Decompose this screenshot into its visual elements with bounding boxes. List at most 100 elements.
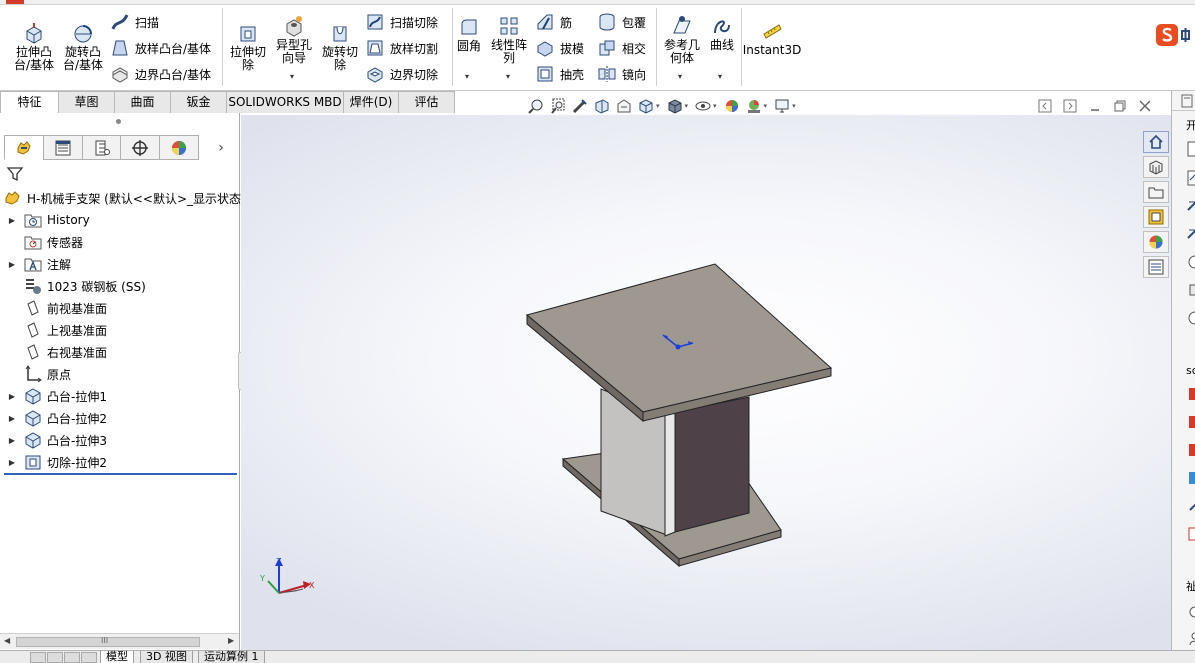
tree-root-part[interactable]: H-机械手支架 (默认<<默认>_显示状态: [0, 187, 241, 209]
user-icon[interactable]: [1186, 630, 1195, 646]
wrap-button[interactable]: 包覆: [597, 11, 646, 33]
lofted-cut-button[interactable]: 放样切割: [365, 37, 438, 59]
open-icon[interactable]: [1186, 170, 1195, 186]
tab-evaluate[interactable]: 评估: [398, 91, 455, 113]
revolve-cut-button[interactable]: 旋转切 除: [318, 22, 362, 72]
view-settings-icon[interactable]: [773, 97, 791, 115]
hole-wizard-button[interactable]: 异型孔 向导: [272, 15, 316, 65]
design-library-tab[interactable]: [1143, 156, 1169, 178]
view-settings-dropdown-icon[interactable]: ▾: [792, 102, 796, 110]
boundary-cut-button[interactable]: 边界切除: [365, 63, 438, 85]
tree-item-history[interactable]: ▶ History: [0, 209, 240, 231]
edit-appearance-icon[interactable]: [723, 97, 741, 115]
whats-new-icon[interactable]: [1186, 226, 1195, 242]
extrude-boss-button[interactable]: 拉伸凸 台/基体: [12, 22, 56, 72]
tree-item-top-plane[interactable]: 上视基准面: [0, 319, 240, 341]
tree-item-right-plane[interactable]: 右视基准面: [0, 341, 240, 363]
tree-item-cut-extrude-2[interactable]: ▶ 切除-拉伸2: [0, 451, 240, 473]
revolve-boss-button[interactable]: 旋转凸 台/基体: [61, 22, 105, 72]
tips-icon[interactable]: [1186, 282, 1195, 298]
configuration-manager-tab[interactable]: [81, 135, 122, 160]
swept-cut-button[interactable]: 扫描切除: [365, 11, 438, 33]
expand-arrow-icon[interactable]: ▶: [6, 436, 18, 445]
loft-boss-button[interactable]: 放样凸台/基体: [110, 37, 211, 59]
instant3d-button[interactable]: Instant3D: [743, 20, 801, 57]
tree-item-origin[interactable]: 原点: [0, 363, 240, 385]
tab-3d-views[interactable]: 3D 视图: [140, 651, 193, 663]
solidworks-app-icon[interactable]: [1186, 414, 1195, 430]
close-icon[interactable]: [1136, 97, 1154, 115]
restore-icon[interactable]: [1111, 97, 1129, 115]
tree-item-boss-extrude-3[interactable]: ▶ 凸台-拉伸3: [0, 429, 240, 451]
display-style-dropdown-icon[interactable]: ▾: [685, 102, 689, 110]
view-orientation-dropdown-icon[interactable]: ▾: [656, 102, 660, 110]
intersect-button[interactable]: 相交: [597, 37, 646, 59]
graphics-area[interactable]: Z X Y: [241, 115, 1171, 653]
shell-button[interactable]: 抽壳: [535, 63, 584, 85]
display-manager-tab[interactable]: [159, 135, 200, 160]
addin-icon[interactable]: [1186, 470, 1195, 486]
tree-item-material[interactable]: 1023 碳钢板 (SS): [0, 275, 240, 297]
section-view-icon[interactable]: [593, 97, 611, 115]
scrollbar-thumb[interactable]: III: [16, 636, 200, 647]
tab-sketch[interactable]: 草图: [58, 91, 115, 113]
tab-scroll-buttons[interactable]: [30, 652, 98, 663]
tree-item-sensors[interactable]: 传感器: [0, 231, 240, 253]
sweep-button[interactable]: 扫描: [110, 11, 159, 33]
rollback-bar[interactable]: [4, 473, 237, 475]
scroll-right-arrow-icon[interactable]: ▶: [228, 636, 234, 645]
expand-arrow-icon[interactable]: ▶: [6, 414, 18, 423]
solidworks-resources-tab[interactable]: [1143, 131, 1169, 153]
pdm-icon[interactable]: [1186, 526, 1195, 542]
filter-icon[interactable]: [6, 165, 24, 183]
tile-left-icon[interactable]: [1036, 97, 1054, 115]
dimxpert-manager-tab[interactable]: [120, 135, 161, 160]
hide-show-dropdown-icon[interactable]: ▾: [713, 102, 717, 110]
fillet-button[interactable]: 圆角: [455, 16, 483, 53]
previous-view-icon[interactable]: [571, 97, 589, 115]
linear-pattern-button[interactable]: 线性阵 列: [488, 15, 530, 65]
tile-right-icon[interactable]: [1061, 97, 1079, 115]
tree-item-boss-extrude-2[interactable]: ▶ 凸台-拉伸2: [0, 407, 240, 429]
custom-properties-tab[interactable]: [1143, 256, 1169, 278]
expand-arrow-icon[interactable]: ▶: [6, 392, 18, 401]
solidworks-app-icon[interactable]: [1186, 442, 1195, 458]
hole-wizard-dropdown-icon[interactable]: ▾: [290, 72, 294, 81]
tab-model[interactable]: 模型: [100, 651, 134, 663]
panel-grip-icon[interactable]: [116, 119, 121, 124]
solidworks-app-icon[interactable]: [1186, 386, 1195, 402]
tab-weldments[interactable]: 焊件(D): [343, 91, 399, 113]
file-explorer-tab[interactable]: [1143, 181, 1169, 203]
linear-pattern-dropdown-icon[interactable]: ▾: [506, 72, 510, 81]
help-icon[interactable]: [1186, 254, 1195, 270]
tree-item-front-plane[interactable]: 前视基准面: [0, 297, 240, 319]
apply-scene-icon[interactable]: [745, 97, 763, 115]
document-icon[interactable]: [1186, 141, 1195, 157]
scroll-left-arrow-icon[interactable]: ◀: [4, 636, 10, 645]
dynamic-annotation-icon[interactable]: [615, 97, 633, 115]
draft-button[interactable]: 拔模: [535, 37, 584, 59]
tab-surfaces[interactable]: 曲面: [114, 91, 171, 113]
tab-motion-study-1[interactable]: 运动算例 1: [198, 651, 265, 663]
more-tabs-chevron-icon[interactable]: ›: [206, 135, 236, 160]
mirror-button[interactable]: 镜向: [597, 63, 646, 85]
zoom-to-area-icon[interactable]: [549, 97, 567, 115]
task-pane-pin-icon[interactable]: [1180, 94, 1194, 108]
search-icon[interactable]: [1186, 310, 1195, 326]
apply-scene-dropdown-icon[interactable]: ▾: [764, 102, 768, 110]
expand-arrow-icon[interactable]: ▶: [6, 458, 18, 467]
property-manager-tab[interactable]: [42, 135, 83, 160]
boundary-boss-button[interactable]: 边界凸台/基体: [110, 63, 211, 85]
toolbox-icon[interactable]: [1186, 498, 1195, 514]
reference-geometry-button[interactable]: 参考几 何体: [661, 15, 703, 65]
input-method-logo[interactable]: [1156, 22, 1195, 48]
view-palette-tab[interactable]: [1143, 206, 1169, 228]
rib-button[interactable]: 筋: [535, 11, 572, 33]
community-icon[interactable]: [1186, 604, 1195, 620]
tab-sheet-metal[interactable]: 钣金: [170, 91, 227, 113]
fillet-dropdown-icon[interactable]: ▾: [465, 72, 469, 81]
appearances-tab[interactable]: [1143, 231, 1169, 253]
view-orientation-icon[interactable]: [637, 97, 655, 115]
display-style-icon[interactable]: [666, 97, 684, 115]
minimize-icon[interactable]: [1086, 97, 1104, 115]
